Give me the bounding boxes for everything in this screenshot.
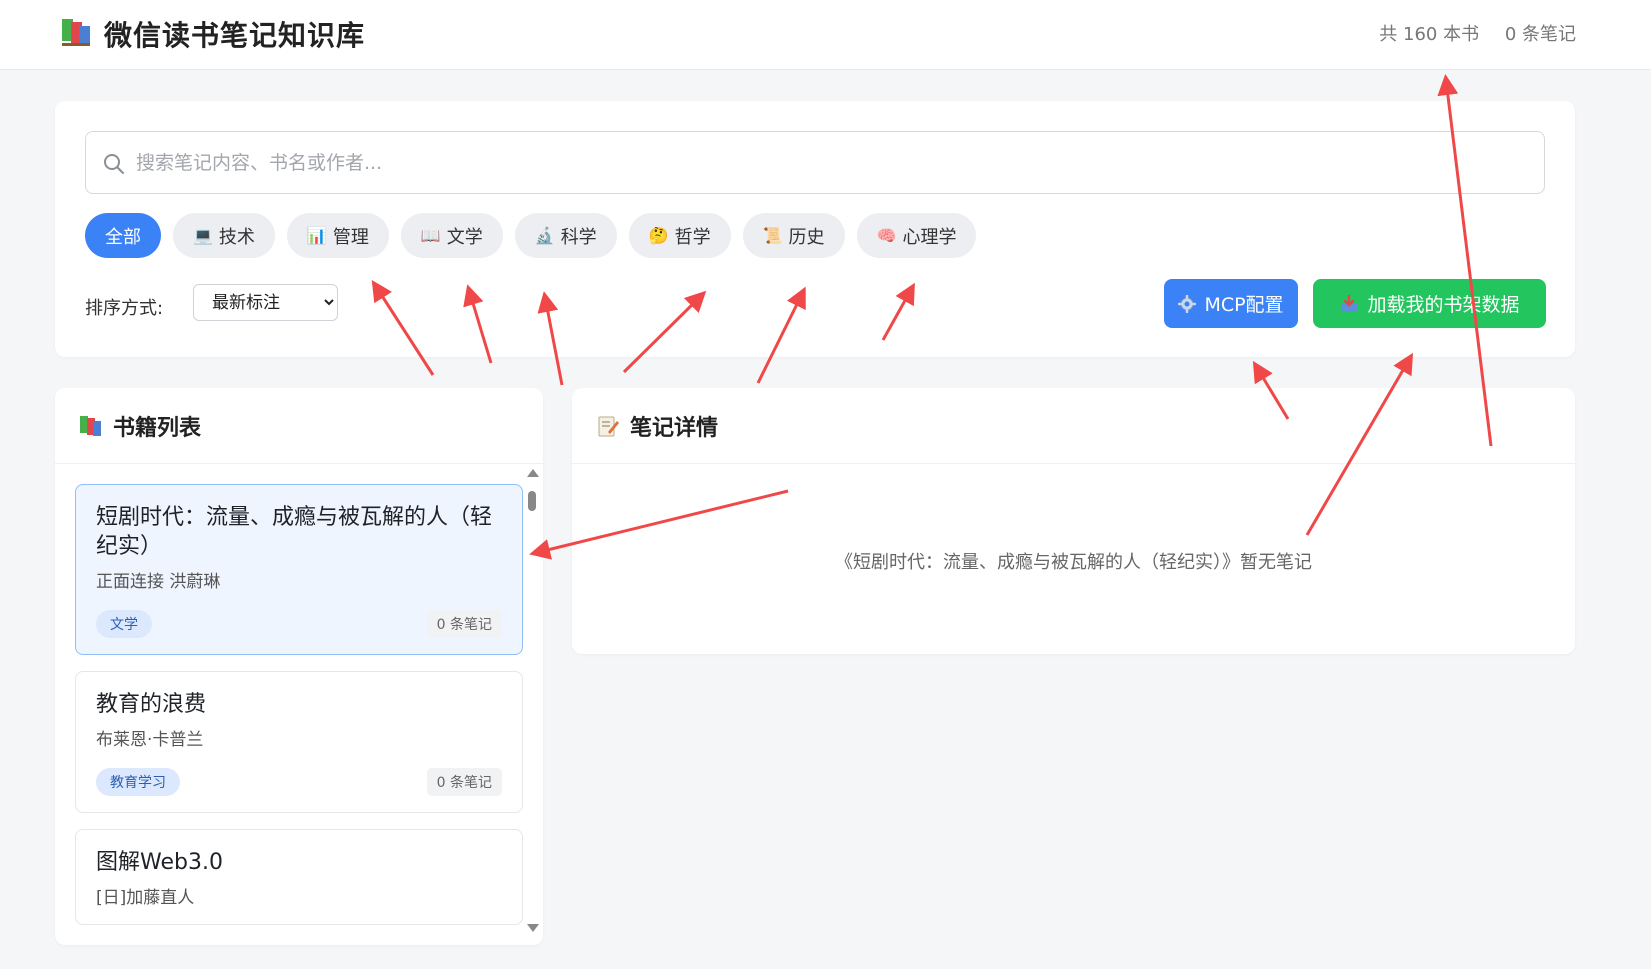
mcp-config-label: MCP配置	[1204, 294, 1284, 316]
memo-icon	[598, 416, 619, 436]
book-card[interactable]: 短剧时代：流量、成瘾与被瓦解的人（轻纪实） 正面连接 洪蔚琳 文学 0 条笔记	[75, 484, 523, 655]
book-list[interactable]: 短剧时代：流量、成瘾与被瓦解的人（轻纪实） 正面连接 洪蔚琳 文学 0 条笔记 …	[75, 484, 523, 941]
books-panel-title: 书籍列表	[113, 415, 202, 441]
inbox-tray-icon	[1341, 294, 1358, 312]
search-input[interactable]	[136, 132, 1526, 193]
notes-panel-title: 笔记详情	[630, 415, 719, 441]
book-category-tag: 文学	[96, 610, 152, 638]
category-filters: 全部 💻 技术 📊 管理 📖 文学 🔬 科学 🤔 哲学 📜 历史 🧠 心理学	[85, 213, 977, 258]
book-meta: 文学 0 条笔记	[96, 610, 502, 638]
book-note-count: 0 条笔记	[426, 768, 502, 796]
book-card[interactable]: 图解Web3.0 [日]加藤直人	[75, 829, 523, 925]
search-icon	[104, 154, 124, 174]
scroll-icon: 📜	[762, 226, 783, 245]
category-all[interactable]: 全部	[85, 213, 161, 258]
category-philosophy[interactable]: 🤔 哲学	[628, 213, 731, 258]
book-category-tag: 教育学习	[96, 768, 180, 796]
book-list-scrollbar[interactable]	[525, 469, 539, 932]
gear-icon	[1178, 294, 1197, 313]
category-label: 历史	[788, 226, 825, 248]
controls-panel: 全部 💻 技术 📊 管理 📖 文学 🔬 科学 🤔 哲学 📜 历史 🧠 心理学 排序方式: 最新…	[55, 101, 1575, 357]
category-label: 技术	[218, 226, 255, 248]
book-count: 共 160 本书	[1379, 24, 1480, 45]
book-author: 布莱恩·卡普兰	[96, 730, 204, 750]
empty-notes-message: 《短剧时代：流量、成瘾与被瓦解的人（轻纪实）》暂无笔记	[835, 552, 1312, 573]
category-label: 科学	[560, 226, 597, 248]
book-author: [日]加藤直人	[96, 888, 195, 908]
bar-chart-icon: 📊	[306, 226, 327, 245]
note-count-total: 0 条笔记	[1504, 24, 1576, 45]
sort-label: 排序方式:	[85, 298, 164, 319]
books-panel-header: 书籍列表	[55, 388, 543, 464]
book-title: 教育的浪费	[96, 692, 207, 717]
top-bar: 微信读书笔记知识库 共 160 本书 0 条笔记	[0, 0, 1651, 70]
load-bookshelf-button[interactable]: 加载我的书架数据	[1313, 279, 1546, 328]
laptop-icon: 💻	[193, 226, 213, 245]
stats: 共 160 本书 0 条笔记	[1379, 20, 1576, 46]
load-bookshelf-label: 加载我的书架数据	[1367, 294, 1520, 316]
book-title: 图解Web3.0	[96, 850, 223, 875]
sort-select[interactable]: 最新标注	[193, 284, 338, 321]
category-history[interactable]: 📜 历史	[742, 213, 845, 258]
book-note-count: 0 条笔记	[426, 610, 502, 638]
category-label: 全部	[105, 226, 141, 248]
book-author: 正面连接 洪蔚琳	[96, 572, 221, 592]
mcp-config-button[interactable]: MCP配置	[1164, 279, 1298, 328]
microscope-icon: 🔬	[534, 226, 555, 245]
category-science[interactable]: 🔬 科学	[514, 213, 617, 258]
books-icon	[80, 415, 101, 436]
book-meta: 教育学习 0 条笔记	[96, 768, 502, 796]
notes-panel: 笔记详情 《短剧时代：流量、成瘾与被瓦解的人（轻纪实）》暂无笔记	[572, 388, 1575, 654]
book-card[interactable]: 教育的浪费 布莱恩·卡普兰 教育学习 0 条笔记	[75, 671, 523, 813]
open-book-icon: 📖	[420, 226, 441, 245]
book-title: 短剧时代：流量、成瘾与被瓦解的人（轻纪实）	[96, 505, 493, 559]
app-title: 微信读书笔记知识库	[104, 19, 366, 52]
books-logo-icon	[62, 19, 90, 46]
scroll-up-arrow-icon[interactable]	[527, 469, 539, 477]
category-label: 管理	[332, 226, 369, 248]
category-label: 心理学	[902, 226, 957, 248]
notes-panel-header: 笔记详情	[572, 388, 1575, 464]
category-psychology[interactable]: 🧠 心理学	[856, 213, 977, 258]
brain-icon: 🧠	[876, 226, 897, 245]
category-literature[interactable]: 📖 文学	[400, 213, 503, 258]
scroll-thumb[interactable]	[528, 491, 536, 511]
category-label: 文学	[446, 226, 483, 248]
thinking-face-icon: 🤔	[648, 226, 669, 245]
books-panel: 书籍列表 短剧时代：流量、成瘾与被瓦解的人（轻纪实） 正面连接 洪蔚琳 文学 0…	[55, 388, 543, 945]
search-box[interactable]	[85, 131, 1545, 194]
category-tech[interactable]: 💻 技术	[173, 213, 275, 258]
scroll-down-arrow-icon[interactable]	[527, 924, 539, 932]
category-management[interactable]: 📊 管理	[286, 213, 389, 258]
category-label: 哲学	[674, 226, 711, 248]
